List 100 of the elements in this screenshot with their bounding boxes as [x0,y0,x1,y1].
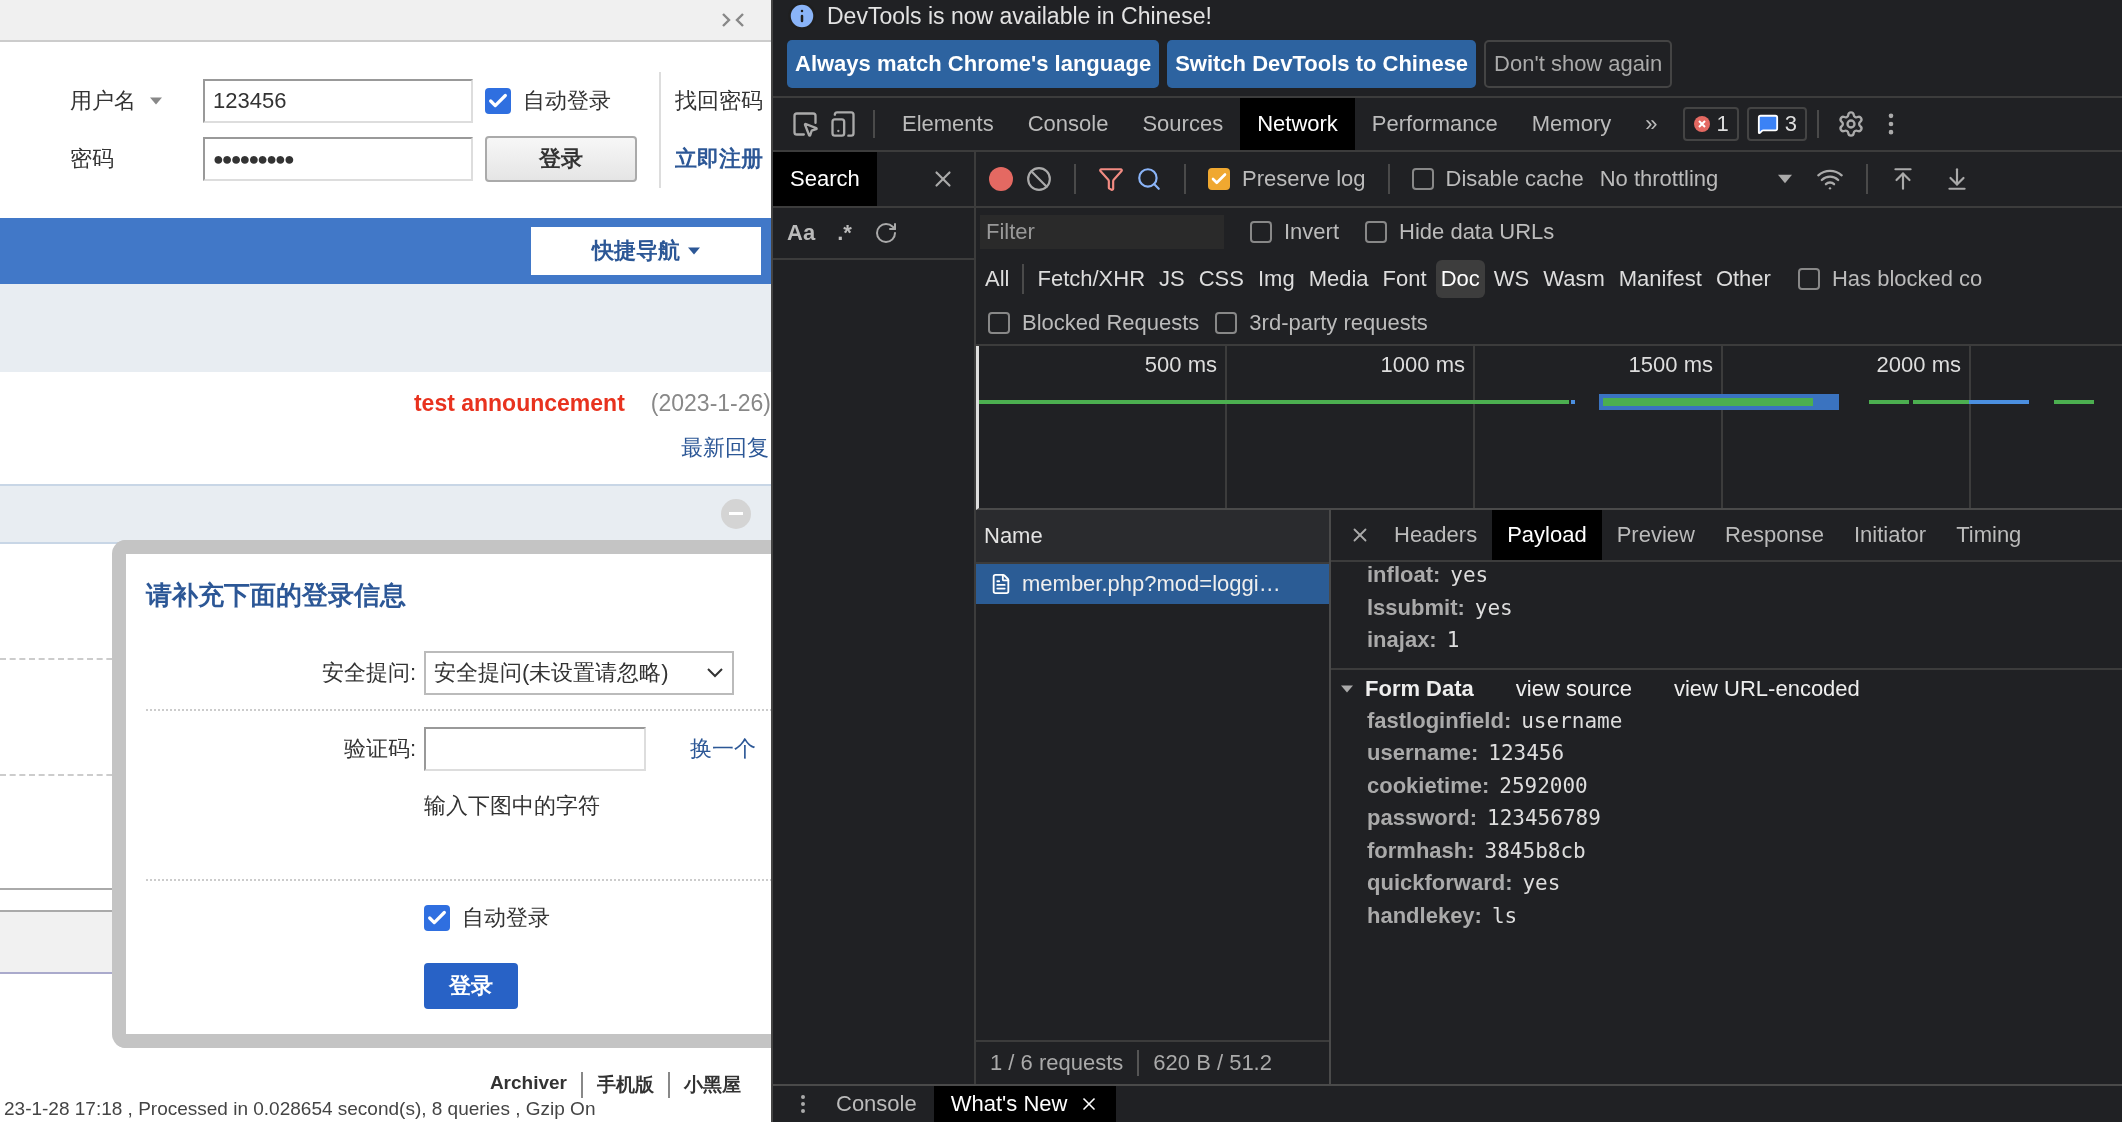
type-filter[interactable]: Img [1253,260,1300,298]
throttling-select[interactable]: No throttling [1599,166,1793,192]
search-option[interactable]: Aa [787,220,816,246]
type-filter[interactable]: Fetch/XHR [1032,260,1151,298]
type-filter[interactable]: WS [1488,260,1535,298]
search-tab[interactable]: Search [773,152,877,206]
param-value: 123456 [1488,741,1565,765]
infobar-button[interactable]: Switch DevTools to Chinese [1167,40,1477,88]
find-password-link[interactable]: 找回密码 [659,72,771,130]
checkbox[interactable] [1250,221,1272,243]
message-count[interactable]: 3 [1784,111,1797,137]
username-field[interactable]: 123456 [203,79,473,123]
panel-tab[interactable]: Performance [1354,98,1515,150]
checkbox[interactable] [1365,221,1388,243]
details-tab[interactable]: Preview [1601,510,1710,560]
password-field[interactable]: ●●●●●●●●● [203,137,473,181]
details-tab[interactable]: Headers [1379,510,1493,560]
filter-icon[interactable] [1098,166,1124,192]
param-key: infloat: [1367,562,1441,588]
panel-tab[interactable]: Elements [885,98,1011,150]
panel-tab[interactable]: Sources [1125,98,1241,150]
time-tick-label: 1000 ms [1380,352,1465,377]
dropdown-caret-icon [688,245,700,257]
footer-link[interactable]: 小黑屋 [668,1072,755,1098]
type-filter[interactable]: Doc [1435,260,1485,298]
param-value: 3845b8cb [1484,838,1586,863]
type-filter[interactable]: Media [1303,260,1374,298]
infobar-button[interactable]: Don't show again [1484,40,1673,88]
panel-tab[interactable]: Memory [1514,98,1629,150]
type-filter[interactable]: Manifest [1613,260,1707,298]
inspect-icon[interactable] [791,110,819,138]
section-title[interactable]: Form Data [1365,675,1474,702]
param-value: username [1521,708,1623,733]
footer-link[interactable]: 手机版 [581,1072,668,1098]
quick-nav-button[interactable]: 快捷导航 [531,227,761,275]
drawer-tab[interactable]: What's New [933,1086,1117,1122]
question-label: 安全提问: [320,659,416,687]
login-button[interactable]: 登录 [424,963,518,1009]
details-tab[interactable]: Response [1709,510,1839,560]
settings-icon[interactable] [1837,110,1865,138]
announcement-date: (2023-1-26) [650,390,771,417]
checkbox[interactable] [988,312,1010,334]
dropdown-caret-icon [1778,172,1793,186]
refresh-icon[interactable] [873,221,898,245]
type-filter[interactable]: JS [1154,260,1190,298]
checkbox[interactable] [1208,168,1230,190]
request-count: 1 / 6 requests [990,1050,1124,1076]
more-tabs-button[interactable]: » [1628,98,1675,150]
captcha-refresh-link[interactable]: 换一个 [690,734,771,764]
search-option[interactable]: .* [837,220,852,246]
collapse-icon[interactable] [721,12,745,28]
request-row[interactable]: member.php?mod=loggi… [976,564,1329,604]
panel-tab[interactable]: Console [1010,98,1126,150]
param-value: yes [1522,871,1561,895]
view-link[interactable]: view URL-encoded [1673,675,1860,702]
footer-link[interactable]: Archiver [475,1072,581,1098]
type-filter[interactable]: Wasm [1538,260,1610,298]
announcement-link[interactable]: test announcement [413,390,625,417]
details-tab[interactable]: Initiator [1839,510,1942,560]
param-key: inajax: [1367,627,1437,653]
request-name: member.php?mod=loggi… [1022,571,1281,597]
filter-field[interactable]: Filter [980,215,1224,249]
checkbox[interactable] [424,905,450,931]
auto-login-label: 自动登录 [462,904,550,932]
latest-reply-link[interactable]: 最新回复 [681,433,769,463]
checkbox[interactable] [1797,268,1820,290]
infobar-button[interactable]: Always match Chrome's language [787,40,1160,88]
footer-info: 23-1-28 17:18 , Processed in 0.028654 second(s), 8 queries , Gzip On [3,1098,596,1121]
captcha-field[interactable] [424,727,646,771]
search-icon[interactable] [1136,166,1162,192]
checkbox[interactable] [485,88,511,114]
column-header[interactable]: Name [984,523,1043,549]
record-icon[interactable] [988,166,1014,192]
dropdown-caret-icon [150,95,162,107]
checkbox-label: Hide data URLs [1399,219,1555,245]
chevron-down-icon [706,667,724,679]
type-filter[interactable]: Other [1710,260,1776,298]
view-link[interactable]: view source [1515,675,1632,702]
info-message: DevTools is now available in Chinese! [827,2,1212,30]
param-key: fastloginfield: [1367,707,1512,734]
param-value: yes [1474,595,1513,620]
device-toolbar-icon[interactable] [829,110,857,138]
checkbox[interactable] [1411,168,1434,190]
checkbox[interactable] [1215,312,1238,334]
panel-tab[interactable]: Network [1240,98,1355,150]
clear-icon[interactable] [1026,166,1052,192]
type-filter[interactable]: CSS [1193,260,1249,298]
type-filter[interactable]: All [980,260,1015,298]
details-tab[interactable]: Payload [1492,510,1602,560]
param-value: yes [1450,563,1489,587]
error-icon [1692,115,1711,133]
details-tab[interactable]: Timing [1941,510,2037,560]
dialog-title: 请补充下面的登录信息 [146,579,407,612]
error-count[interactable]: 1 [1716,111,1729,137]
question-select[interactable]: 安全提问(未设置请忽略) [424,651,734,695]
login-button[interactable]: 登录 [485,136,637,182]
type-filter[interactable]: Font [1377,260,1432,298]
register-link[interactable]: 立即注册 [675,144,763,174]
username-label[interactable]: 用户名 [70,86,203,116]
drawer-tab[interactable]: Console [819,1086,934,1122]
